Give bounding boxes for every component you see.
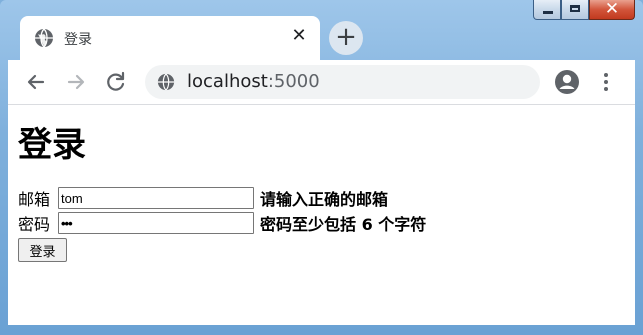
password-row: 密码 密码至少包括 6 个字符 (18, 212, 426, 234)
tab-close-button[interactable]: ✕ (288, 25, 310, 47)
page-content: 登录 邮箱 请输入正确的邮箱 密码 密码至少包括 6 个字符 登录 (8, 105, 635, 325)
login-button[interactable]: 登录 (18, 238, 67, 262)
forward-arrow-icon[interactable] (63, 69, 89, 95)
new-tab-button[interactable]: + (329, 21, 363, 55)
account-icon[interactable] (554, 69, 580, 95)
site-info-icon[interactable] (157, 73, 175, 91)
plus-icon: + (335, 22, 357, 52)
browser-window: ✕ 登录 ✕ + localhost:5000 登录 邮箱 tom 请输入正确的… (0, 0, 643, 335)
browser-tab[interactable]: 登录 ✕ (20, 16, 320, 60)
browser-toolbar: localhost:5000 (8, 60, 635, 105)
minimize-icon (543, 11, 553, 14)
reload-icon[interactable] (103, 69, 129, 95)
close-icon: ✕ (604, 0, 620, 19)
email-field[interactable] (58, 187, 254, 209)
more-vert-icon[interactable] (600, 70, 612, 94)
url-host: localhost (187, 71, 268, 92)
email-label: 邮箱 (18, 190, 51, 209)
password-error: 密码至少包括 6 个字符 (260, 215, 427, 234)
maximize-button[interactable] (561, 0, 589, 20)
password-label: 密码 (18, 215, 51, 234)
globe-icon (35, 28, 53, 48)
email-row: 邮箱 请输入正确的邮箱 (18, 187, 388, 209)
window-controls: ✕ (533, 0, 635, 22)
url-port: :5000 (267, 71, 320, 92)
tab-title: 登录 (64, 32, 92, 48)
back-arrow-icon[interactable] (23, 69, 49, 95)
email-error: 请输入正确的邮箱 (260, 190, 389, 209)
password-field[interactable] (58, 212, 254, 234)
address-bar[interactable]: localhost:5000 (145, 65, 540, 99)
page-title: 登录 (18, 125, 86, 165)
maximize-icon (570, 5, 580, 12)
close-window-button[interactable]: ✕ (589, 0, 635, 20)
minimize-button[interactable] (533, 0, 561, 20)
url-text[interactable]: localhost:5000 (187, 71, 320, 92)
